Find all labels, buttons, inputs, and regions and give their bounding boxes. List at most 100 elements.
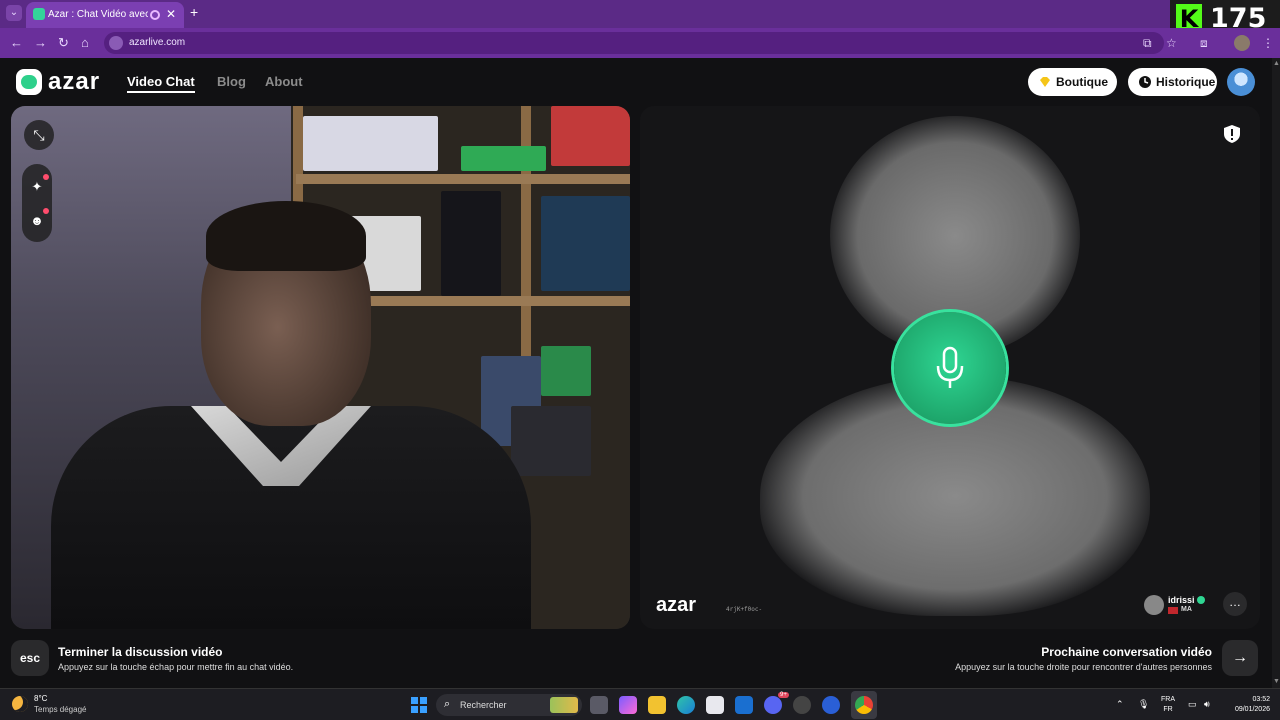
browser-address-bar: ← → ↻ ⌂ azarlive.com ⧉ ☆ ⧈ ⋮ [0,28,1280,58]
tab-close-icon[interactable]: ✕ [166,7,176,21]
peer-country: MA [1181,606,1192,613]
microsoft-store-icon[interactable] [706,696,724,714]
page-scrollbar[interactable] [1272,58,1280,688]
user-avatar[interactable] [1227,68,1255,96]
windows-taskbar: 8°C Temps dégagé ⌕ Rechercher 9+ ⌃ 🎙︎ FR… [0,688,1280,720]
sparkle-effects-icon[interactable]: ✦ [30,180,44,194]
system-clock[interactable]: 03:52 09/01/2026 [1226,695,1270,715]
remote-video: azar 4rjK+f0oc- idrissi MA [640,106,1260,629]
verified-badge-icon [1197,596,1205,604]
microphone-icon [936,346,964,388]
clock-icon [1139,76,1151,88]
obs-studio-icon[interactable] [793,696,811,714]
minimize-video-button[interactable]: ⤡ [24,120,54,150]
back-icon[interactable]: ← [10,35,23,50]
azar-logo-text[interactable]: azar [48,68,100,96]
next-chat-title: Prochaine conversation vidéo [1041,645,1212,659]
nav-blog[interactable]: Blog [217,74,246,89]
taskbar-search[interactable]: ⌕ Rechercher [436,694,582,716]
file-explorer-icon[interactable] [648,696,666,714]
nav-video-chat[interactable]: Video Chat [127,74,195,93]
new-tab-button[interactable]: + [190,4,198,20]
app-icon[interactable] [822,696,840,714]
azar-logo-icon[interactable] [16,69,42,95]
tab-audio-icon[interactable] [150,10,160,20]
site-info-icon[interactable] [109,36,123,50]
end-chat-hint: Appuyez sur la touche échap pour mettre … [58,662,294,672]
moon-weather-icon[interactable] [12,696,28,712]
windows-start-icon[interactable] [411,697,427,713]
tab-search-button[interactable]: ⌄ [6,5,22,21]
search-icon: ⌕ [444,698,451,710]
language-code: FRA [1161,696,1175,703]
browser-profile-avatar[interactable] [1234,35,1250,51]
discord-icon[interactable] [764,696,782,714]
edge-browser-icon[interactable] [677,696,695,714]
face-filter-icon[interactable]: ☻ [30,214,44,228]
url-text: azarlive.com [129,37,186,48]
next-chat-arrow-button[interactable]: → [1222,640,1258,676]
scroll-up-arrow-icon[interactable]: ▲ [1273,60,1280,67]
chat-bubble-button[interactable] [1223,592,1247,616]
effects-toolbar: ✦ ☻ [22,164,52,242]
history-button[interactable]: Historique [1128,68,1217,96]
book [441,191,501,296]
report-shield-icon[interactable] [1223,124,1241,144]
self-video: ⤡ ✦ ☻ [11,106,630,629]
diamond-icon [1040,77,1050,87]
nav-about[interactable]: About [265,74,303,89]
weather-description[interactable]: Temps dégagé [34,705,86,714]
keyboard-layout: FR [1163,706,1173,713]
box [511,406,591,476]
chrome-icon[interactable] [855,696,873,714]
forward-icon[interactable]: → [34,35,47,50]
network-icon[interactable]: ▭ [1188,699,1197,710]
next-chat-hint: Appuyez sur la touche droite pour rencon… [955,662,1212,672]
person-hair [206,201,366,271]
weather-temperature[interactable]: 8°C [34,694,47,703]
peer-avatar [1144,595,1164,615]
browser-tab-azar[interactable]: Azar : Chat Vidéo avec de n ✕ [26,2,184,28]
shelf-board [296,174,630,184]
clock-time: 03:52 [1252,696,1270,703]
book [551,106,630,166]
book [461,146,546,171]
new-indicator-dot [43,174,49,180]
peer-name: idrissi [1168,595,1195,605]
azar-page: azar Video Chat Blog About Boutique Hist… [0,58,1280,688]
end-chat-title: Terminer la discussion vidéo [58,645,223,659]
install-app-icon[interactable]: ⧉ [1143,36,1152,51]
home-icon[interactable]: ⌂ [81,35,89,50]
tab-title: Azar : Chat Vidéo avec de n [48,9,148,20]
book-stack [303,116,438,171]
microphone-tray-icon[interactable]: 🎙︎ [1138,699,1149,710]
peer-profile-card[interactable]: idrissi MA [1140,591,1210,619]
voice-only-indicator [894,312,1006,424]
input-language[interactable]: FRA FR [1161,695,1175,715]
session-hash: 4rjK+f0oc- [726,606,763,613]
shop-label: Boutique [1056,75,1108,89]
mail-icon[interactable] [735,696,753,714]
reload-icon[interactable]: ↻ [58,35,69,51]
history-label: Historique [1156,75,1216,89]
shop-button[interactable]: Boutique [1028,68,1117,96]
extensions-icon[interactable]: ⧈ [1200,36,1208,51]
clock-date: 09/01/2026 [1234,706,1270,713]
search-highlight-image [550,697,578,713]
browser-tab-bar: ⌄ Azar : Chat Vidéo avec de n ✕ + [0,0,1280,28]
search-label: Rechercher [460,700,507,710]
task-view-icon[interactable] [590,696,608,714]
copilot-icon[interactable] [619,696,637,714]
person-body [51,406,531,629]
new-indicator-dot [43,208,49,214]
scroll-down-arrow-icon[interactable]: ▼ [1273,678,1280,685]
browser-menu-icon[interactable]: ⋮ [1262,36,1274,50]
tray-overflow-icon[interactable]: ⌃ [1116,699,1124,710]
box [541,346,591,396]
end-chat-esc-button[interactable]: esc [11,640,49,676]
volume-icon[interactable]: 🔊︎ [1204,699,1210,710]
url-field[interactable]: azarlive.com [104,32,1164,54]
notification-badge: 9+ [778,692,789,698]
bookmark-star-icon[interactable]: ☆ [1166,36,1177,50]
morocco-flag-icon [1168,607,1178,614]
